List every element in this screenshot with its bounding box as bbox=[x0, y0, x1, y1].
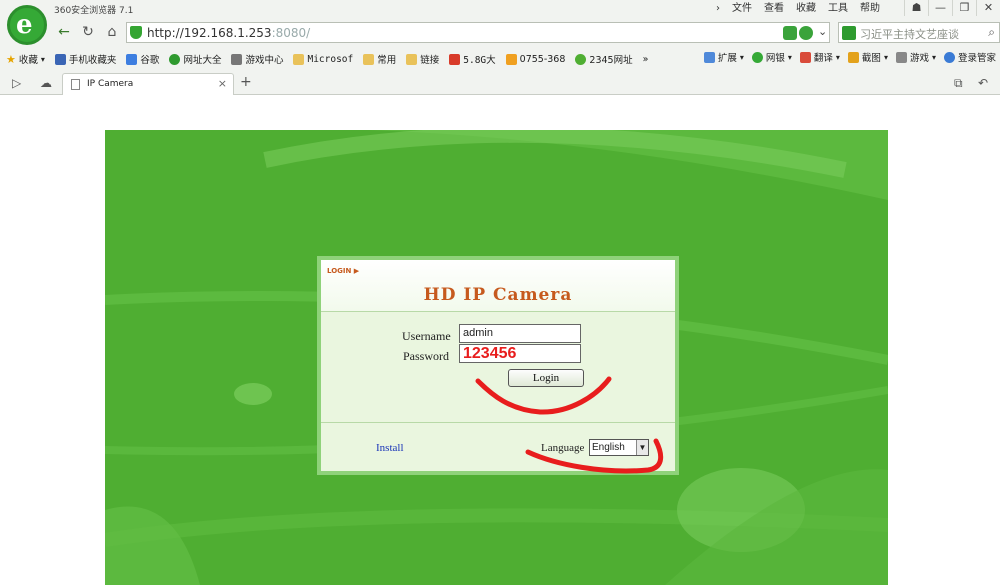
more-bookmarks-icon[interactable]: » bbox=[643, 54, 649, 65]
site-icon bbox=[505, 53, 517, 65]
menu-bar: › 文件 查看 收藏 工具 帮助 bbox=[716, 2, 880, 16]
camera-login-page: LOGIN ▶ HD IP Camera Username admin Pass… bbox=[105, 130, 888, 585]
bookmark-common[interactable]: 常用 bbox=[363, 52, 396, 66]
close-tab-icon[interactable]: × bbox=[218, 77, 227, 90]
site-114-icon bbox=[449, 53, 461, 65]
phone-icon bbox=[54, 53, 66, 65]
gamepad-icon bbox=[231, 53, 243, 65]
cloud-icon[interactable]: ☁ bbox=[40, 76, 52, 90]
menu-item-tools[interactable]: 工具 bbox=[828, 2, 848, 16]
language-select[interactable]: English ▼ bbox=[589, 439, 649, 456]
bookmark-58g[interactable]: 5.8G大 bbox=[449, 52, 496, 66]
shield-icon bbox=[130, 26, 142, 39]
chevron-down-icon: ▾ bbox=[40, 54, 45, 64]
undo-close-icon[interactable]: ↶ bbox=[978, 76, 988, 90]
browser-chrome: e 360安全浏览器 7.1 › 文件 查看 收藏 工具 帮助 ☗ — ❐ ✕ … bbox=[0, 0, 1000, 95]
minimize-icon[interactable]: — bbox=[928, 0, 952, 16]
dropdown-arrow-icon[interactable]: ▼ bbox=[636, 440, 648, 455]
menu-item-favorites[interactable]: 收藏 bbox=[796, 2, 816, 16]
star-icon: ★ bbox=[6, 52, 16, 66]
login-panel: LOGIN ▶ HD IP Camera Username admin Pass… bbox=[317, 256, 679, 475]
app-title: 360安全浏览器 7.1 bbox=[54, 6, 134, 16]
grid-icon bbox=[703, 51, 715, 63]
site-2345-icon bbox=[575, 53, 587, 65]
games-button[interactable]: 游戏 ▾ bbox=[895, 50, 936, 64]
menu-chevron-icon[interactable]: › bbox=[716, 2, 720, 16]
globe-icon bbox=[169, 53, 181, 65]
login-title: HD IP Camera bbox=[423, 285, 573, 305]
login-header: LOGIN ▶ HD IP Camera bbox=[321, 260, 675, 312]
search-box[interactable]: 习近平主持文艺座谈 ⌕ bbox=[838, 22, 1000, 43]
bookmark-directory[interactable]: 网址大全 bbox=[169, 52, 221, 66]
restore-tabs-icon[interactable]: ⧉ bbox=[954, 76, 963, 91]
folder-icon bbox=[363, 53, 375, 65]
shirt-skin-icon[interactable]: ☗ bbox=[904, 0, 928, 16]
bookmark-games[interactable]: 游戏中心 bbox=[231, 52, 283, 66]
bookmark-google[interactable]: 谷歌 bbox=[126, 52, 159, 66]
menu-item-file[interactable]: 文件 bbox=[732, 2, 752, 16]
address-bar[interactable]: http://192.168.1.253:8080/ ⌄ bbox=[126, 22, 830, 43]
bank-button[interactable]: 网银 ▾ bbox=[751, 50, 792, 64]
password-input[interactable]: 123456 bbox=[459, 344, 581, 363]
page-icon bbox=[71, 79, 80, 90]
gamepad-icon bbox=[895, 51, 907, 63]
tab-ip-camera[interactable]: IP Camera × bbox=[62, 73, 234, 95]
translate-button[interactable]: 翻译 ▾ bbox=[799, 50, 840, 64]
login-tag: LOGIN ▶ bbox=[327, 267, 360, 275]
back-arrow-icon[interactable]: ← bbox=[54, 23, 74, 43]
navigation-bar: ← ↻ ⌂ http://192.168.1.253:8080/ ⌄ 习近平主持… bbox=[54, 22, 1000, 44]
bank-icon bbox=[751, 51, 763, 63]
username-input[interactable]: admin bbox=[459, 324, 581, 343]
bookmark-favorites[interactable]: ★ 收藏 ▾ bbox=[6, 52, 45, 67]
bookmark-2345[interactable]: 2345网址 bbox=[575, 52, 633, 66]
bookmark-microsoft[interactable]: Microsof bbox=[293, 53, 353, 65]
edit-icon[interactable] bbox=[783, 26, 797, 40]
bookmark-0755[interactable]: 0755-368 bbox=[505, 53, 565, 65]
menu-item-view[interactable]: 查看 bbox=[764, 2, 784, 16]
screenshot-button[interactable]: 截图 ▾ bbox=[847, 50, 888, 64]
folder-icon bbox=[406, 53, 418, 65]
home-icon[interactable]: ⌂ bbox=[102, 23, 122, 43]
bookmark-mobile[interactable]: 手机收藏夹 bbox=[54, 52, 116, 66]
search-engine-icon[interactable] bbox=[842, 26, 856, 40]
google-icon bbox=[126, 53, 138, 65]
search-icon[interactable]: ⌕ bbox=[988, 25, 995, 40]
restore-icon[interactable]: ❐ bbox=[952, 0, 976, 16]
search-input[interactable]: 习近平主持文艺座谈 bbox=[860, 26, 984, 42]
url-text[interactable]: http://192.168.1.253:8080/ bbox=[147, 26, 310, 40]
login-footer: Install Language English ▼ bbox=[321, 422, 675, 471]
login-manager-button[interactable]: 登录管家 bbox=[943, 50, 996, 64]
tab-bar: ▷ ☁ IP Camera × + ⧉ ↶ bbox=[0, 72, 1000, 95]
language-selected-value: English bbox=[592, 442, 625, 453]
username-label: Username bbox=[402, 329, 451, 343]
tab-label: IP Camera bbox=[87, 79, 134, 89]
key-icon bbox=[943, 51, 955, 63]
window-controls: ☗ — ❐ ✕ bbox=[904, 0, 1000, 16]
language-label: Language bbox=[541, 442, 585, 454]
menu-item-help[interactable]: 帮助 bbox=[860, 2, 880, 16]
scissors-icon bbox=[847, 51, 859, 63]
bookmark-links[interactable]: 链接 bbox=[406, 52, 439, 66]
browser-logo-icon: e bbox=[7, 5, 47, 45]
translate-icon bbox=[799, 51, 811, 63]
close-icon[interactable]: ✕ bbox=[976, 0, 1000, 16]
toolbar-extensions: 扩展 ▾ 网银 ▾ 翻译 ▾ 截图 ▾ 游戏 ▾ 登录管家 bbox=[697, 50, 996, 64]
extensions-button[interactable]: 扩展 ▾ bbox=[703, 50, 744, 64]
password-label: Password bbox=[403, 349, 450, 363]
login-button[interactable]: Login bbox=[508, 369, 584, 387]
chevron-down-icon[interactable]: ⌄ bbox=[818, 25, 827, 38]
new-tab-button[interactable]: + bbox=[240, 74, 252, 90]
install-link[interactable]: Install bbox=[376, 442, 404, 454]
sidebar-toggle-icon[interactable]: ▷ bbox=[12, 76, 21, 90]
speed-mode-icon[interactable] bbox=[799, 26, 813, 40]
folder-icon bbox=[293, 53, 305, 65]
refresh-icon[interactable]: ↻ bbox=[78, 23, 98, 43]
